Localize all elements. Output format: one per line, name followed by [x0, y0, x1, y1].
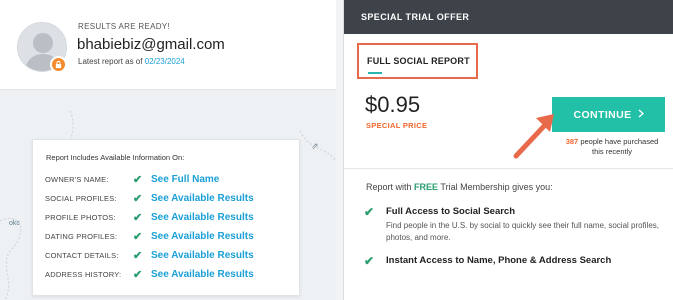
trial-offer-panel: SPECIAL TRIAL OFFER FULL SOCIAL REPORT $…	[343, 0, 673, 300]
pointer-arrow-icon	[513, 114, 554, 159]
info-row-owners-name: OWNER'S NAME: ✔ See Full Name	[45, 171, 295, 187]
chevron-right-icon	[638, 109, 644, 121]
latest-report-prefix: Latest report as of	[78, 57, 143, 66]
info-row-dating-profiles: DATING PROFILES: ✔ See Available Results	[45, 228, 295, 244]
latest-report-date: Latest report as of 02/23/2024	[78, 57, 185, 66]
trial-membership-text: Report with FREE Trial Membership gives …	[366, 182, 553, 192]
see-contact-details-link[interactable]: See Available Results	[151, 250, 254, 261]
check-icon: ✔	[364, 254, 375, 268]
see-full-name-link[interactable]: See Full Name	[151, 174, 219, 185]
special-price-label: SPECIAL PRICE	[366, 121, 428, 130]
info-key: ADDRESS HISTORY:	[45, 269, 122, 279]
benefit-title: Full Access to Social Search	[386, 206, 516, 217]
section-divider	[344, 168, 673, 169]
check-icon: ✔	[133, 249, 143, 262]
user-header-card: RESULTS ARE READY! bhabiebiz@gmail.com L…	[0, 0, 336, 90]
results-status: RESULTS ARE READY!	[78, 22, 170, 31]
price: $0.95	[365, 92, 421, 117]
info-row-social-profiles: SOCIAL PROFILES: ✔ See Available Results	[45, 190, 295, 206]
report-date: 02/23/2024	[144, 57, 185, 66]
see-social-profiles-link[interactable]: See Available Results	[151, 193, 254, 204]
report-info-card: Report Includes Available Information On…	[32, 139, 300, 296]
map-pin-icon: ⇗	[311, 141, 319, 151]
info-key: DATING PROFILES:	[45, 231, 118, 241]
searched-email: bhabiebiz@gmail.com	[77, 36, 225, 53]
info-row-contact-details: CONTACT DETAILS: ✔ See Available Results	[45, 247, 295, 263]
info-key: PROFILE PHOTOS:	[45, 212, 116, 222]
lock-icon	[50, 56, 67, 73]
check-icon: ✔	[133, 192, 143, 205]
trial-suffix: Trial Membership gives you:	[440, 182, 553, 192]
info-key: CONTACT DETAILS:	[45, 250, 119, 260]
purchase-count-text: people have purchased this recently	[580, 137, 659, 156]
see-address-history-link[interactable]: See Available Results	[151, 269, 254, 280]
info-row-address-history: ADDRESS HISTORY: ✔ See Available Results	[45, 266, 295, 282]
see-dating-profiles-link[interactable]: See Available Results	[151, 231, 254, 242]
report-summary-panel: RESULTS ARE READY! bhabiebiz@gmail.com L…	[0, 0, 336, 300]
see-profile-photos-link[interactable]: See Available Results	[151, 212, 254, 223]
continue-button[interactable]: CONTINUE	[552, 97, 665, 132]
tab-label: FULL SOCIAL REPORT	[367, 56, 470, 66]
trial-free: FREE	[414, 182, 439, 192]
purchase-count-note: 387 people have purchased this recently	[562, 137, 662, 157]
check-icon: ✔	[133, 211, 143, 224]
purchase-count: 387	[565, 137, 579, 146]
check-icon: ✔	[133, 230, 143, 243]
offer-header-bar: SPECIAL TRIAL OFFER	[344, 0, 673, 34]
map-city-label: okc	[9, 220, 20, 227]
trial-prefix: Report with	[366, 182, 412, 192]
benefit-description: Find people in the U.S. by social to qui…	[386, 221, 660, 242]
offer-title: SPECIAL TRIAL OFFER	[361, 12, 470, 22]
continue-button-label: CONTINUE	[573, 108, 632, 121]
check-icon: ✔	[133, 268, 143, 281]
tab-full-social-report[interactable]: FULL SOCIAL REPORT	[357, 43, 478, 79]
benefit-title: Instant Access to Name, Phone & Address …	[386, 255, 612, 266]
info-key: SOCIAL PROFILES:	[45, 193, 117, 203]
info-key: OWNER'S NAME:	[45, 174, 109, 184]
tab-active-indicator	[368, 72, 382, 74]
check-icon: ✔	[364, 205, 375, 219]
info-row-profile-photos: PROFILE PHOTOS: ✔ See Available Results	[45, 209, 295, 225]
check-icon: ✔	[133, 173, 143, 186]
info-card-title: Report Includes Available Information On…	[46, 153, 185, 162]
